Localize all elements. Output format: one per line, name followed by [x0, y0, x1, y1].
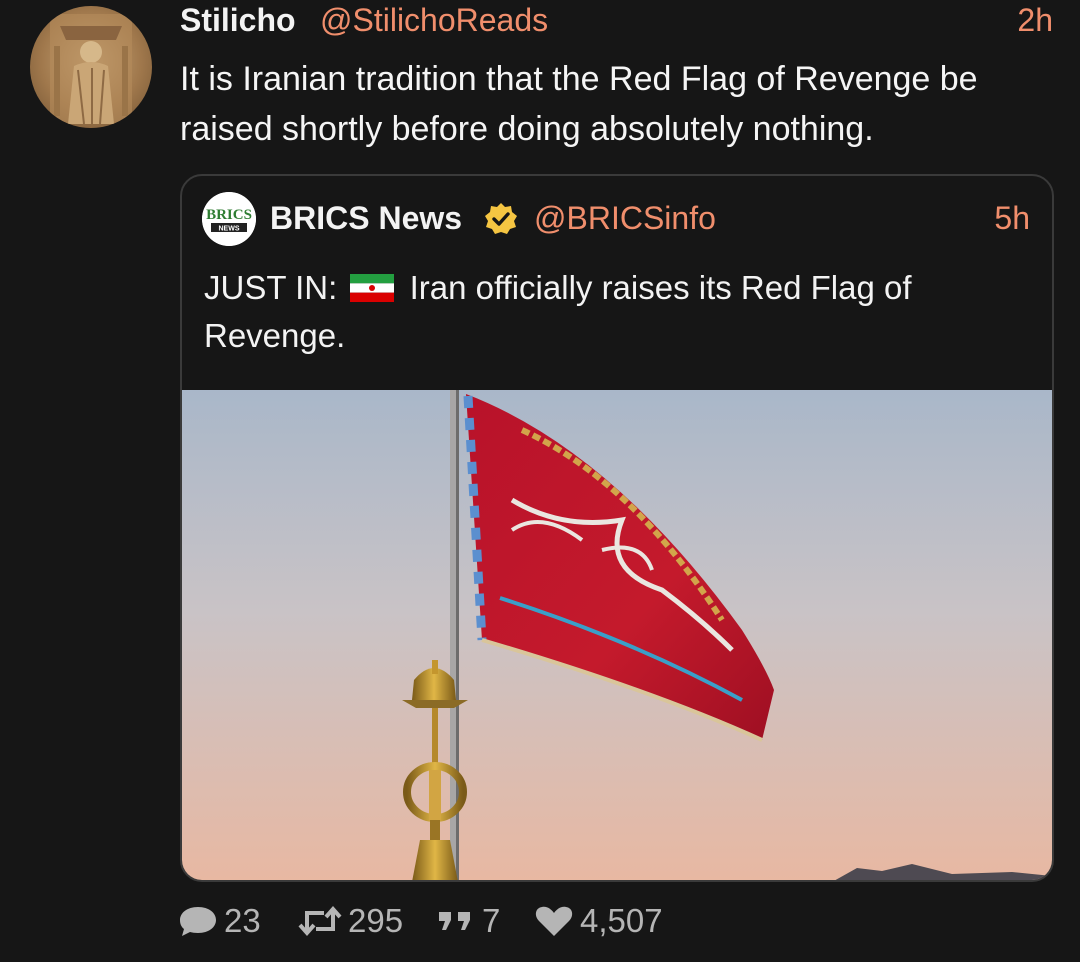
svg-text:BRICS: BRICS	[206, 207, 252, 223]
heart-icon	[535, 906, 573, 936]
statue-relief-image	[50, 14, 132, 125]
iran-flag-icon	[350, 274, 395, 302]
tweet-header: Stilicho @StilichoReads 2h	[180, 0, 1055, 40]
author-avatar[interactable]	[30, 6, 152, 128]
comment-icon	[180, 907, 216, 936]
tweet-text: It is Iranian tradition that the Red Fla…	[180, 60, 978, 148]
quote-action[interactable]: 7	[436, 902, 500, 940]
retweet-icon	[298, 905, 342, 937]
like-action[interactable]: 4,507	[534, 902, 663, 940]
quoted-tweet-timestamp[interactable]: 5h	[994, 200, 1030, 237]
quoted-text-prefix: JUST IN:	[204, 269, 338, 306]
author-name[interactable]: Stilicho	[180, 2, 296, 39]
quoted-author-handle[interactable]: @BRICSinfo	[534, 200, 716, 237]
verified-badge-icon	[485, 203, 517, 234]
retweet-count: 295	[348, 902, 404, 939]
tweet-timestamp[interactable]: 2h	[1017, 2, 1053, 39]
like-count: 4,507	[580, 902, 663, 939]
quote-count: 7	[482, 902, 501, 939]
quote-icon	[439, 912, 470, 930]
reply-count: 23	[224, 902, 261, 939]
quoted-tweet-text: JUST IN: Iran officially raises its Red …	[204, 264, 1024, 360]
red-flag-photo[interactable]	[182, 390, 1052, 882]
tweet-actions-bar: 23 295 7 4,507	[178, 902, 878, 946]
svg-text:NEWS: NEWS	[219, 226, 240, 233]
quoted-author-name[interactable]: BRICS News	[270, 200, 462, 237]
quoted-tweet-card[interactable]: BRICS NEWS BRICS News @BRICSinfo 5h JUST…	[180, 174, 1054, 882]
reply-action[interactable]: 23	[178, 902, 261, 940]
brics-logo-icon: BRICS NEWS	[202, 192, 256, 246]
quoted-author-avatar[interactable]: BRICS NEWS	[202, 192, 256, 246]
retweet-action[interactable]: 295	[298, 902, 403, 940]
author-handle[interactable]: @StilichoReads	[320, 2, 548, 39]
